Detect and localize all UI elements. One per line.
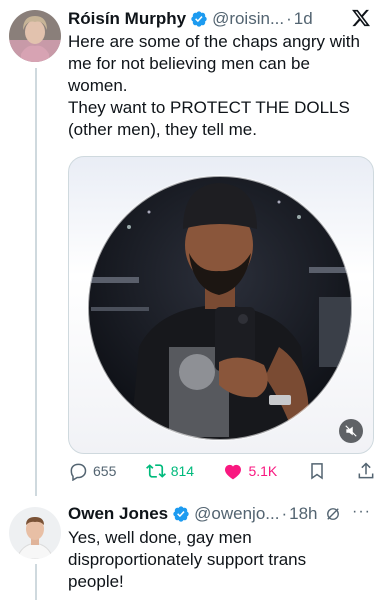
- thread-line: [35, 564, 37, 600]
- share-icon: [358, 462, 374, 479]
- tweet-text-line: Here are some of the chaps angry with me…: [68, 32, 360, 95]
- grok-icon[interactable]: [324, 505, 342, 523]
- timestamp[interactable]: 18h: [289, 503, 317, 525]
- tweet-text: Yes, well done, gay men disproportionate…: [68, 527, 328, 593]
- tweet-text-line: They want to PROTECT THE DOLLS (other me…: [68, 98, 350, 139]
- tweet-header: Róisín Murphy @roisin... · 1d: [68, 8, 313, 30]
- action-bar: 655 814 5.1K: [68, 459, 376, 483]
- verified-badge-icon: [191, 11, 207, 27]
- bookmark-button[interactable]: [307, 461, 327, 481]
- separator-dot: ·: [281, 504, 288, 523]
- video-thumbnail: [87, 175, 353, 441]
- mute-icon: [345, 425, 357, 437]
- display-name[interactable]: Róisín Murphy: [68, 8, 186, 30]
- heart-icon: [225, 464, 242, 480]
- display-name[interactable]: Owen Jones: [68, 503, 168, 525]
- handle[interactable]: @owenjo...: [194, 503, 279, 525]
- retweet-count: 814: [170, 463, 195, 479]
- tweet-text-line: Yes, well done, gay men disproportionate…: [68, 528, 307, 591]
- media-video[interactable]: [68, 156, 374, 454]
- separator-dot: ·: [286, 9, 292, 28]
- more-options-button[interactable]: ···: [352, 503, 371, 521]
- like-count: 5.1K: [248, 463, 278, 479]
- bookmark-icon: [310, 463, 323, 480]
- avatar[interactable]: [9, 507, 61, 559]
- share-button[interactable]: [356, 461, 376, 481]
- mute-button[interactable]: [339, 419, 363, 443]
- x-logo-icon[interactable]: [351, 8, 371, 28]
- like-button[interactable]: 5.1K: [223, 461, 277, 481]
- reply-count: 655: [93, 463, 117, 479]
- verified-badge-icon: [173, 506, 189, 522]
- retweet-button[interactable]: 814: [145, 461, 195, 481]
- timestamp[interactable]: 1d: [294, 8, 313, 30]
- reply-button[interactable]: 655: [68, 461, 116, 481]
- thread-line: [35, 68, 37, 496]
- tweet-text: Here are some of the chaps angry with me…: [68, 31, 368, 141]
- retweet-icon: [145, 464, 166, 478]
- tweet-header: Owen Jones @owenjo... · 18h: [68, 503, 342, 525]
- reply-icon: [70, 463, 87, 481]
- handle[interactable]: @roisin...: [212, 8, 284, 30]
- avatar[interactable]: [9, 10, 61, 62]
